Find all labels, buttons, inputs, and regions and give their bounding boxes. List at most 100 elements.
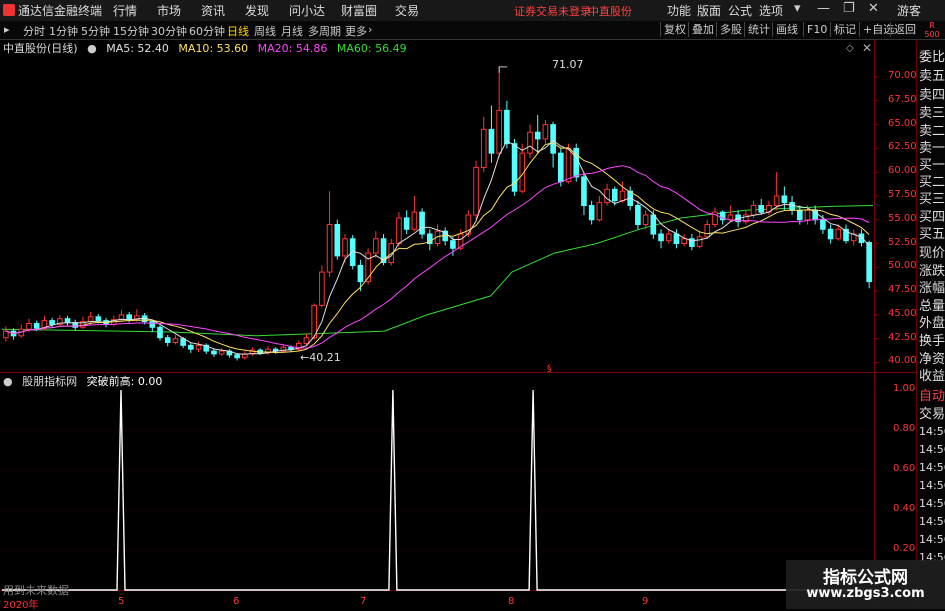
panel-item-earnings[interactable]: 收益 bbox=[919, 365, 945, 384]
menu-item-ask[interactable]: 问小达 bbox=[289, 2, 325, 19]
candle bbox=[126, 314, 132, 321]
tab-daily[interactable]: 日线 bbox=[227, 23, 249, 39]
panel-item-bid5[interactable]: 买五 bbox=[919, 223, 945, 242]
period-toolbar: ▸ 分时 1分钟 5分钟 15分钟 30分钟 60分钟 日线 周线 月线 多周期… bbox=[0, 21, 945, 40]
back-button[interactable]: 返回 bbox=[890, 22, 919, 37]
candle bbox=[596, 202, 603, 221]
candle bbox=[172, 338, 179, 344]
more-chevron-icon[interactable]: › bbox=[368, 23, 372, 36]
menu-item-quotes[interactable]: 行情 bbox=[113, 2, 137, 19]
candle bbox=[164, 337, 171, 344]
panel-item-turnover[interactable]: 换手 bbox=[919, 330, 945, 349]
candle bbox=[188, 344, 194, 350]
menu-item-wealth[interactable]: 财富圈 bbox=[341, 2, 377, 19]
menu-item-news[interactable]: 资讯 bbox=[201, 2, 225, 19]
candle bbox=[373, 238, 379, 254]
panel-item-price[interactable]: 现价 bbox=[919, 242, 945, 261]
candle bbox=[480, 128, 487, 168]
menu-item-formula[interactable]: 公式 bbox=[728, 2, 752, 19]
tab-15min[interactable]: 15分钟 bbox=[113, 23, 149, 39]
candle bbox=[211, 350, 217, 355]
panel-item-outer-disk[interactable]: 外盘 bbox=[919, 312, 945, 331]
panel-item-auto[interactable]: 自动 bbox=[919, 385, 945, 404]
app-logo-icon bbox=[3, 4, 15, 16]
event-marker: § bbox=[547, 364, 552, 374]
candle bbox=[496, 109, 502, 154]
menu-item-discover[interactable]: 发现 bbox=[245, 2, 269, 19]
menu-item-options[interactable]: 选项 bbox=[759, 2, 783, 19]
candle bbox=[804, 209, 811, 221]
tab-multi-period[interactable]: 多周期 bbox=[308, 23, 341, 39]
x-label-jul: 7 bbox=[360, 596, 367, 607]
panel-item-ask4[interactable]: 卖四 bbox=[919, 84, 945, 103]
candle bbox=[542, 124, 549, 140]
window-menu-icon[interactable]: ▾ bbox=[794, 1, 801, 16]
tick-time: 14:56 bbox=[919, 461, 945, 474]
candle bbox=[149, 321, 156, 328]
x-label-sep: 9 bbox=[642, 596, 649, 607]
candle bbox=[419, 211, 425, 235]
tab-30min[interactable]: 30分钟 bbox=[151, 23, 187, 39]
high-price-label: 71.07 bbox=[552, 58, 584, 71]
candle bbox=[835, 228, 842, 240]
adjust-button[interactable]: 复权 bbox=[660, 22, 689, 37]
title-bar: 通达信金融终端 行情 市场 资讯 发现 问小达 财富圈 交易 证券交易未登录 中… bbox=[0, 0, 945, 22]
tab-1min[interactable]: 1分钟 bbox=[49, 23, 78, 39]
candle bbox=[635, 204, 641, 226]
tab-more[interactable]: 更多 bbox=[345, 23, 367, 39]
candle bbox=[64, 318, 71, 324]
panel-item-bid3[interactable]: 买三 bbox=[919, 188, 945, 207]
overlay-button[interactable]: 叠加 bbox=[688, 22, 717, 37]
candle bbox=[33, 322, 40, 329]
multi-stock-button[interactable]: 多股 bbox=[716, 22, 745, 37]
kline-chart[interactable]: § bbox=[0, 40, 916, 609]
window-minimize-icon[interactable]: — bbox=[817, 1, 830, 16]
candle bbox=[218, 350, 225, 355]
panel-item-trade[interactable]: 交易 bbox=[919, 403, 945, 422]
candle bbox=[611, 188, 618, 202]
window-close-icon[interactable]: ✕ bbox=[868, 1, 879, 16]
tab-60min[interactable]: 60分钟 bbox=[189, 23, 225, 39]
tab-5min[interactable]: 5分钟 bbox=[81, 23, 110, 39]
menu-item-layout[interactable]: 版面 bbox=[697, 2, 721, 19]
candle bbox=[450, 240, 456, 249]
tab-monthly[interactable]: 月线 bbox=[281, 23, 303, 39]
mark-button[interactable]: 标记 bbox=[830, 22, 859, 37]
candle bbox=[673, 233, 680, 245]
candle bbox=[396, 217, 402, 245]
tick-time: 14:56 bbox=[919, 533, 945, 546]
user-guest[interactable]: 游客 bbox=[897, 2, 921, 19]
price-tick: 45.00 bbox=[888, 307, 917, 319]
site-watermark: 指标公式网 www.zbgs3.com bbox=[786, 560, 945, 609]
draw-line-button[interactable]: 画线 bbox=[772, 22, 801, 37]
menu-item-market[interactable]: 市场 bbox=[157, 2, 181, 19]
trade-login-warning[interactable]: 证券交易未登录 bbox=[514, 3, 591, 19]
stats-button[interactable]: 统计 bbox=[744, 22, 773, 37]
panel-item-ask3[interactable]: 卖三 bbox=[919, 102, 945, 121]
candle bbox=[750, 204, 757, 216]
indicator-tick: 1.00 bbox=[893, 383, 916, 394]
candle bbox=[727, 214, 734, 221]
quote-side-panel: 委比 卖五 卖四 卖三 卖二 卖一 买一 买二 买三 买四 买五 现价 涨跌 涨… bbox=[916, 40, 945, 609]
candle bbox=[26, 322, 32, 330]
indicator-tick: 0.80 bbox=[893, 423, 916, 434]
candle bbox=[789, 202, 795, 211]
window-restore-icon[interactable]: ❐ bbox=[843, 1, 855, 16]
f10-button[interactable]: F10 bbox=[803, 22, 830, 37]
price-tick: 60.00 bbox=[888, 165, 917, 177]
panel-item-ask5[interactable]: 卖五 bbox=[919, 65, 945, 84]
price-tick: 67.50 bbox=[888, 93, 917, 105]
tab-intraday[interactable]: 分时 bbox=[23, 23, 45, 39]
panel-item-change-pct[interactable]: 涨幅 bbox=[919, 277, 945, 296]
panel-item-commit-ratio[interactable]: 委比 bbox=[919, 46, 945, 65]
small-arrow-icon[interactable]: ▸ bbox=[4, 23, 10, 36]
candle bbox=[319, 271, 325, 306]
tab-weekly[interactable]: 周线 bbox=[254, 23, 276, 39]
candle bbox=[642, 214, 649, 226]
price-tick: 40.00 bbox=[888, 355, 917, 367]
price-tick: 65.00 bbox=[888, 117, 917, 129]
menu-item-trade[interactable]: 交易 bbox=[395, 2, 419, 19]
tick-time: 14:56 bbox=[919, 515, 945, 528]
candle bbox=[619, 190, 626, 202]
menu-item-function[interactable]: 功能 bbox=[667, 2, 691, 19]
